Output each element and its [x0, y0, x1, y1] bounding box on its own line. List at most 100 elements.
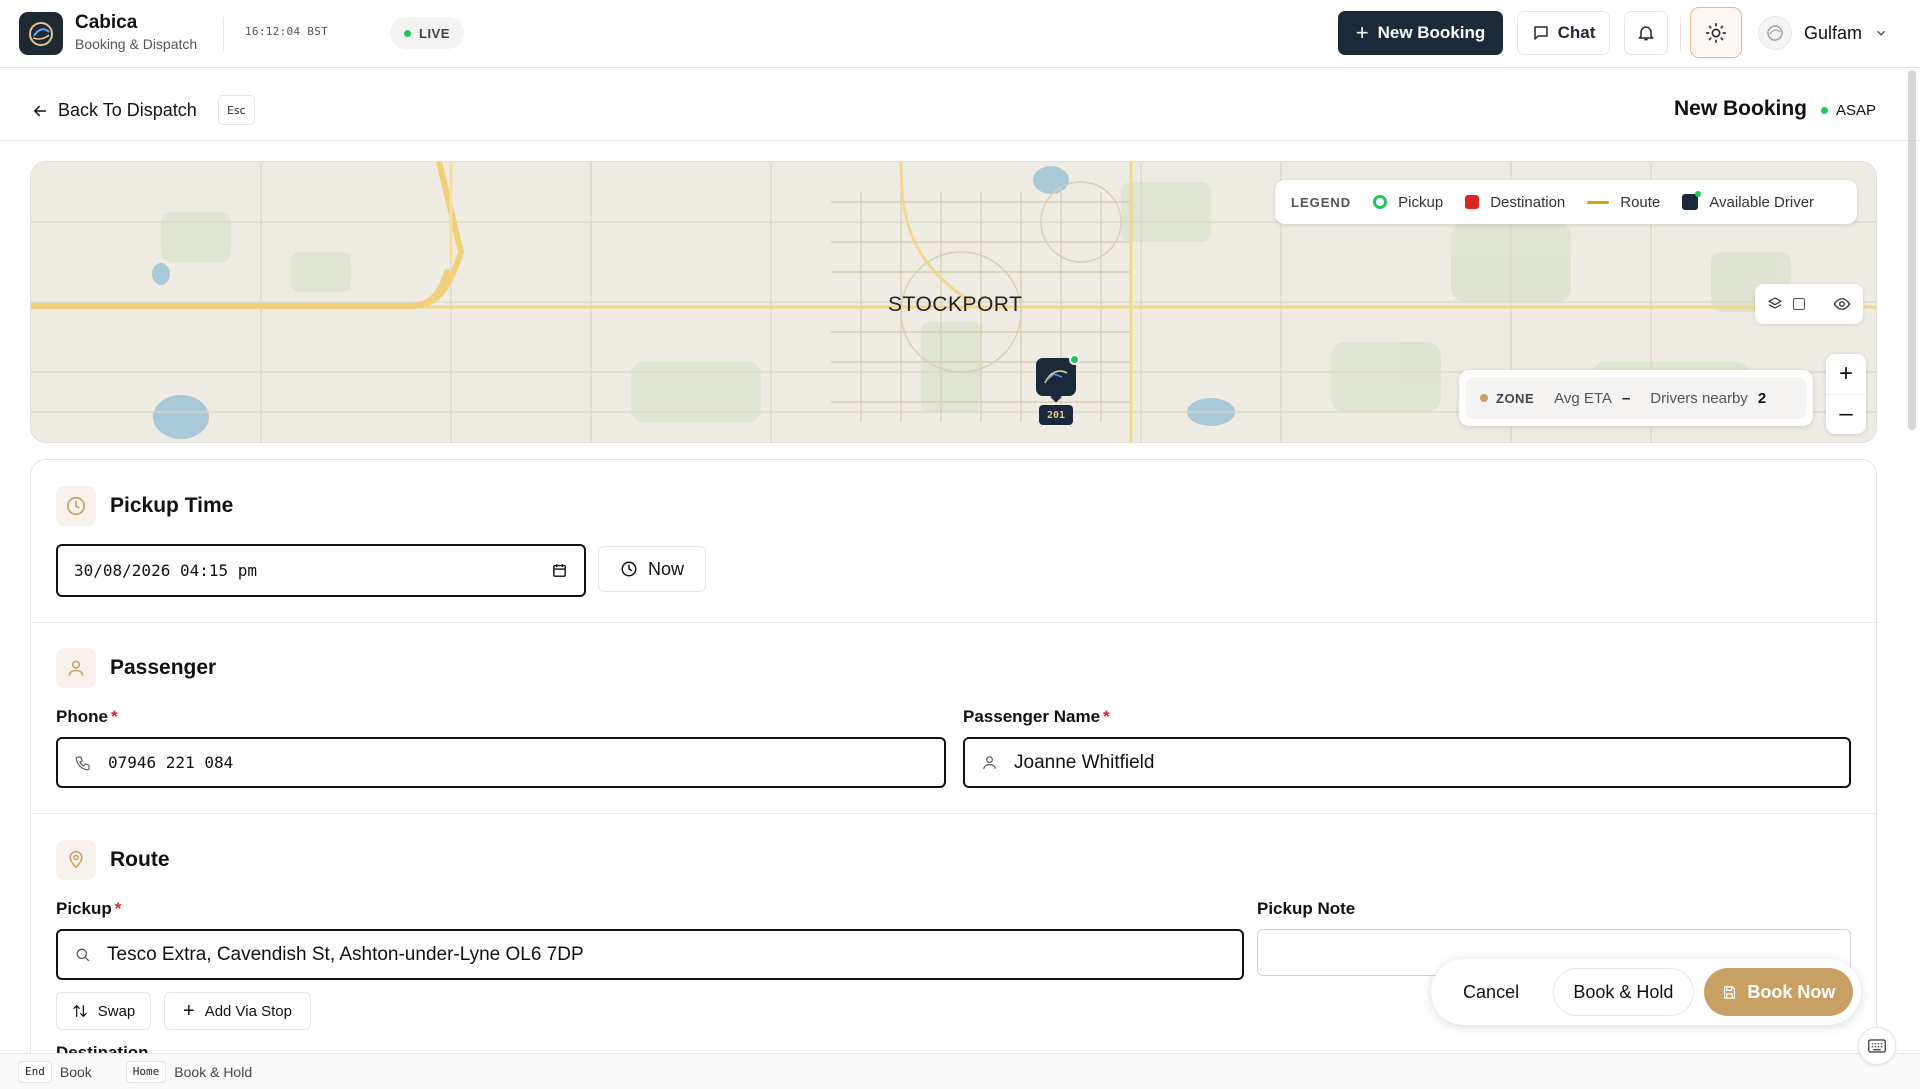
new-booking-label: New Booking	[1377, 23, 1486, 42]
user-icon	[983, 756, 996, 769]
avatar-logo-icon	[1767, 25, 1783, 41]
online-dot-icon	[1069, 354, 1080, 365]
cancel-button[interactable]: Cancel	[1439, 968, 1543, 1016]
swap-label: Swap	[97, 1002, 136, 1020]
zoom-controls: + –	[1826, 354, 1866, 434]
legend-item-route: Route	[1587, 194, 1660, 211]
booking-mode-badge: ASAP	[1820, 102, 1876, 119]
passenger-name-value: Joanne Whitfield	[1014, 751, 1155, 773]
required-mark: *	[110, 707, 118, 726]
book-now-label: Book Now	[1747, 981, 1836, 1002]
chat-label: Chat	[1557, 23, 1596, 42]
esc-key-hint: Esc	[218, 95, 255, 125]
divider	[223, 17, 224, 51]
pickup-datetime-input[interactable]: 30/08/2026 04:15 pm	[56, 544, 586, 597]
legend-label: Available Driver	[1709, 193, 1815, 211]
pickup-note-label: Pickup Note	[1257, 899, 1356, 918]
required-mark: *	[114, 899, 122, 918]
legend-item-driver: Available Driver	[1682, 191, 1815, 211]
driver-id-tag: 201	[1039, 405, 1073, 425]
passenger-name-label-text: Passenger Name	[963, 707, 1101, 726]
section-divider	[31, 813, 1876, 814]
route-section-header: Route	[56, 840, 170, 880]
end-action: Book	[59, 1063, 92, 1080]
scrollbar[interactable]	[1908, 70, 1916, 430]
drivers-nearby-value: 2	[1757, 389, 1767, 407]
sun-icon	[1706, 22, 1726, 43]
layer-checkbox[interactable]	[1793, 298, 1805, 310]
legend-label: Route	[1620, 193, 1661, 211]
search-icon	[76, 948, 90, 962]
route-line-icon	[1587, 200, 1610, 204]
chevron-down-icon	[1877, 30, 1885, 36]
add-via-stop-button[interactable]: + Add Via Stop	[164, 992, 311, 1030]
zoom-in-button[interactable]: +	[1826, 354, 1866, 395]
phone-value: 07946 221 084	[108, 753, 234, 772]
map-legend: LEGEND Pickup Destination Route Availabl…	[1275, 180, 1857, 224]
drivers-nearby-label: Drivers nearby	[1650, 389, 1748, 407]
theme-toggle-button[interactable]	[1690, 7, 1742, 58]
live-label: LIVE	[419, 25, 450, 41]
phone-icon	[75, 755, 90, 770]
brand-subtitle: Booking & Dispatch	[75, 36, 198, 52]
app-logo[interactable]	[19, 12, 63, 55]
clock-icon	[56, 486, 96, 526]
phone-label: Phone *	[56, 707, 118, 727]
back-to-dispatch-link[interactable]: Back To Dispatch	[31, 100, 197, 121]
map[interactable]: STOCKPORT LEGEND Pickup Destination Rout…	[30, 161, 1877, 443]
pickup-address-input[interactable]: Tesco Extra, Cavendish St, Ashton-under-…	[56, 929, 1244, 980]
brand: Cabica Booking & Dispatch	[75, 12, 197, 54]
legend-title: LEGEND	[1291, 194, 1352, 210]
keyboard-hints-bar: End Book Home Book & Hold	[0, 1053, 1920, 1089]
clock-icon	[621, 561, 637, 577]
save-icon	[1724, 985, 1736, 999]
zoom-out-button[interactable]: –	[1826, 395, 1866, 435]
now-button[interactable]: Now	[598, 546, 706, 592]
driver-marker[interactable]	[1036, 354, 1080, 403]
brand-name: Cabica	[75, 12, 138, 33]
destination-marker-icon	[1465, 195, 1480, 209]
new-booking-button[interactable]: + New Booking	[1338, 11, 1503, 55]
notifications-button[interactable]	[1624, 11, 1668, 55]
avatar	[1758, 16, 1792, 50]
divider	[1680, 17, 1681, 51]
legend-item-destination: Destination	[1465, 194, 1565, 211]
section-title: Pickup Time	[110, 494, 234, 517]
legend-label: Pickup	[1398, 193, 1444, 211]
city-label: STOCKPORT	[888, 293, 1023, 316]
bell-icon	[1638, 26, 1654, 41]
user-icon	[56, 648, 96, 688]
page-title: New Booking	[1673, 97, 1807, 120]
legend-label: Destination	[1490, 193, 1566, 211]
zone-info: ZONE Avg ETA – Drivers nearby 2	[1459, 370, 1813, 426]
keyboard-shortcuts-button[interactable]	[1858, 1027, 1896, 1065]
home-action: Book & Hold	[174, 1063, 253, 1080]
phone-label-text: Phone	[56, 707, 108, 726]
section-title: Route	[110, 848, 170, 871]
passenger-name-input[interactable]: Joanne Whitfield	[963, 737, 1851, 788]
keyboard-icon	[1868, 1039, 1886, 1053]
end-key: End	[18, 1060, 52, 1083]
booking-mode: ASAP	[1835, 102, 1876, 119]
chat-button[interactable]: Chat	[1517, 11, 1610, 55]
plus-icon: +	[1355, 20, 1369, 45]
map-layer-controls	[1755, 284, 1863, 324]
datetime-value: 30/08/2026 04:15 pm	[74, 561, 258, 580]
layers-icon[interactable]	[1767, 296, 1783, 312]
live-status: LIVE	[390, 17, 464, 49]
arrow-left-icon	[34, 105, 46, 116]
home-key: Home	[125, 1060, 167, 1083]
section-title: Passenger	[110, 656, 217, 679]
book-now-button[interactable]: Book Now	[1703, 968, 1853, 1016]
driver-marker-icon	[1682, 191, 1702, 210]
calendar-icon[interactable]	[551, 562, 568, 579]
eye-icon[interactable]	[1833, 295, 1851, 313]
taxi-icon	[1044, 370, 1068, 384]
phone-input[interactable]: 07946 221 084	[56, 737, 946, 788]
swap-button[interactable]: Swap	[56, 992, 151, 1030]
pickup-label: Pickup *	[56, 899, 121, 919]
book-and-hold-button[interactable]: Book & Hold	[1553, 968, 1694, 1016]
user-menu[interactable]: Gulfam	[1758, 15, 1888, 51]
zone-label: ZONE	[1496, 390, 1535, 406]
required-mark: *	[1103, 707, 1110, 726]
